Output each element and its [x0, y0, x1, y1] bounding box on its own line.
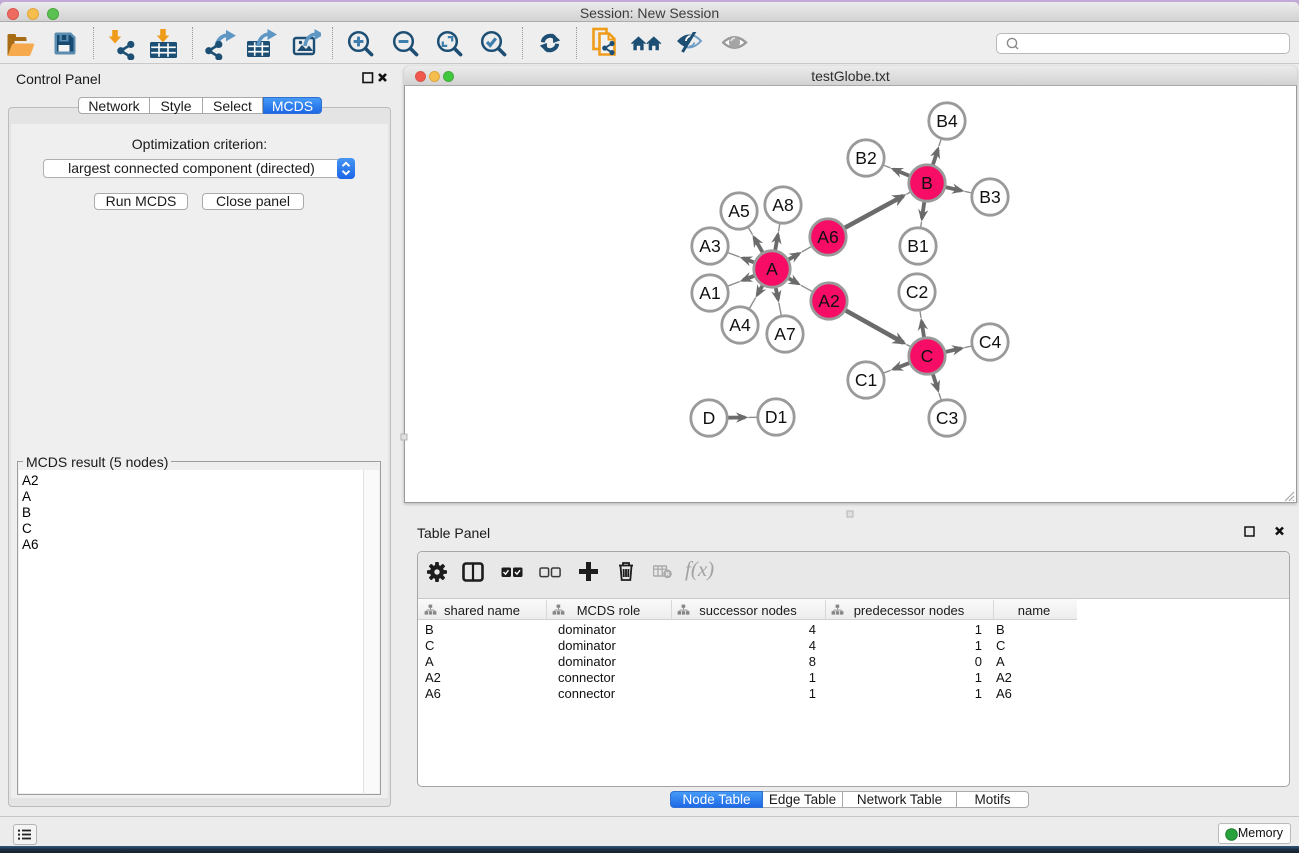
- svg-text:C4: C4: [979, 332, 1002, 352]
- svg-text:C3: C3: [936, 408, 958, 428]
- svg-text:C: C: [921, 346, 934, 366]
- svg-text:A5: A5: [728, 201, 749, 221]
- svg-text:C2: C2: [906, 282, 928, 302]
- svg-text:A3: A3: [699, 236, 720, 256]
- svg-text:A6: A6: [817, 227, 838, 247]
- svg-text:D: D: [703, 408, 716, 428]
- svg-text:A4: A4: [729, 315, 751, 335]
- svg-text:A: A: [766, 259, 778, 279]
- svg-text:B1: B1: [907, 236, 928, 256]
- svg-text:A7: A7: [774, 324, 795, 344]
- svg-text:D1: D1: [765, 407, 787, 427]
- svg-text:A2: A2: [818, 291, 839, 311]
- svg-text:C1: C1: [855, 370, 877, 390]
- svg-text:B4: B4: [936, 111, 958, 131]
- svg-text:A1: A1: [699, 283, 720, 303]
- svg-text:B: B: [921, 173, 933, 193]
- svg-text:B2: B2: [855, 148, 876, 168]
- svg-text:A8: A8: [772, 195, 793, 215]
- svg-text:B3: B3: [979, 187, 1000, 207]
